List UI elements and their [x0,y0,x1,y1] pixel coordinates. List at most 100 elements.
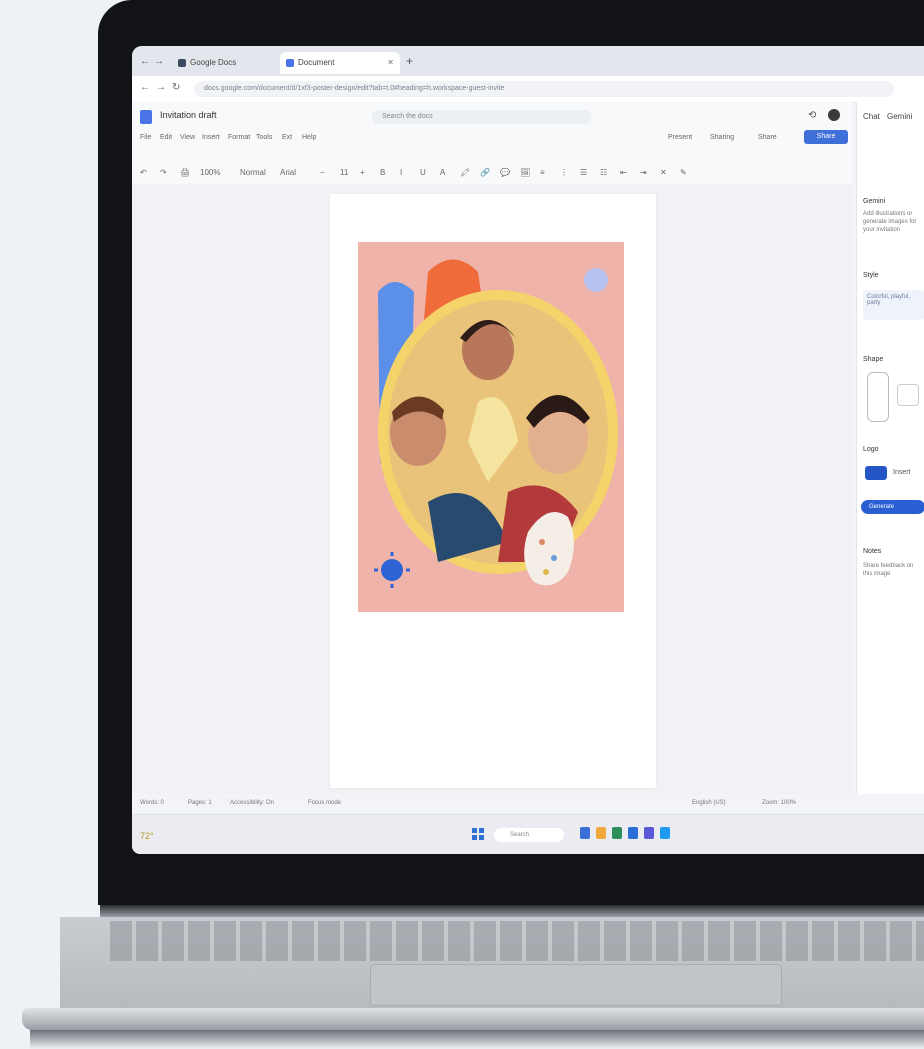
tab-label: Google Docs [190,58,237,67]
toolbar-item[interactable]: B [380,168,385,177]
sharing-button[interactable]: Sharing [710,134,734,141]
share-button[interactable]: Share [804,130,848,144]
menu-edit[interactable]: Edit [160,134,172,141]
taskbar-app-icon[interactable] [596,827,606,839]
laptop-shadow [30,1030,924,1049]
toolbar-item[interactable]: 💬 [500,168,510,177]
taskbar-app-icon[interactable] [612,827,622,839]
panel-section-text: Share feedback on this image [863,563,914,577]
os-taskbar: 72° Search [132,814,924,854]
lavender-circle-shape [584,268,608,292]
laptop-trackpad [370,964,782,1006]
reload-icon[interactable]: ↻ [172,82,180,93]
toolbar-item[interactable]: ✕ [660,168,667,177]
toolbar-item[interactable]: 100% [200,168,220,177]
toolbar-item[interactable]: 🖨 [180,168,190,177]
toolbar-item[interactable]: U [420,168,426,177]
gemini-side-panel: Chat Gemini Gemini Add illustrations or … [856,102,924,794]
taskbar-app-icon[interactable] [644,827,654,839]
windows-logo-icon [472,828,484,840]
status-zoom[interactable]: Zoom: 100% [762,800,796,806]
taskbar-app-icon[interactable] [628,827,638,839]
start-menu-icon[interactable] [472,827,484,840]
laptop-hinge [100,905,924,917]
blue-sun-shape [381,559,403,581]
status-language[interactable]: English (US) [692,800,726,806]
status-focus-mode[interactable]: Focus mode [308,800,341,806]
toolbar-item[interactable]: − [320,168,325,177]
sticker-dot [543,569,549,575]
toolbar-item[interactable]: ≡ [540,168,545,177]
toolbar-item[interactable]: ☷ [600,168,607,177]
laptop-screen: ← → Google Docs Document ✕ + ← → ↻ docs.… [132,46,924,854]
url-field[interactable]: docs.google.com/document/d/1xf3-poster-d… [194,81,894,97]
menu-extensions[interactable]: Ext [282,134,292,141]
panel-section-heading: Gemini [863,198,886,205]
toolbar-item[interactable]: ⇥ [640,168,647,177]
forward-button-icon[interactable]: → [156,82,166,93]
docs-search-input[interactable]: Search the docs [372,110,592,124]
toolbar-item[interactable]: 11 [340,168,348,177]
status-word-count: Words: 0 [140,800,164,806]
menu-insert[interactable]: Insert [202,134,220,141]
menu-tools[interactable]: Tools [256,134,272,141]
document-canvas [132,184,852,794]
toolbar-item[interactable]: Normal [240,168,266,177]
formatting-toolbar: ↶ ↷ 🖨 100% Normal Arial − 11 + B I U A 🖍 🔗 💬 🖼 ≡ ⋮ ☰ ☷ ⇤ ⇥ ✕ ✎ [132,162,852,184]
toolbar-item[interactable]: ☰ [580,168,587,177]
panel-toggle-label: Insert [893,469,911,476]
docs-favicon-icon [178,59,186,67]
tab-document[interactable]: Document ✕ [280,52,400,74]
poster-image[interactable] [358,242,624,612]
toolbar-item[interactable]: ⋮ [560,168,568,177]
menu-file[interactable]: File [140,134,151,141]
status-accessibility[interactable]: Accessibility: On [230,800,274,806]
toolbar-item[interactable]: ⇤ [620,168,627,177]
new-tab-button[interactable]: + [406,54,413,68]
present-button[interactable]: Present [668,134,692,141]
sticker-dot [539,539,545,545]
shape-option-square[interactable] [897,384,919,406]
back-button-icon[interactable]: ← [140,82,150,93]
document-page[interactable] [330,194,656,788]
toolbar-item[interactable]: A [440,168,445,177]
toolbar-item[interactable]: I [400,168,402,177]
toolbar-item[interactable]: 🖼 [520,168,530,177]
menu-format[interactable]: Format [228,134,250,141]
browser-address-bar: ← → ↻ docs.google.com/document/d/1xf3-po… [132,76,924,103]
close-icon[interactable]: ✕ [387,52,394,74]
toolbar-item[interactable]: ✎ [680,168,687,177]
panel-section-heading: Shape [863,356,884,363]
document-title[interactable]: Invitation draft [160,110,217,120]
menu-view[interactable]: View [180,134,195,141]
docs-logo-icon [140,110,152,124]
laptop-base-edge [22,1008,924,1030]
toolbar-item[interactable]: + [360,168,365,177]
panel-tab-chat[interactable]: Chat [863,112,880,121]
mode-button[interactable]: Share [758,134,777,141]
forward-icon[interactable]: → [154,56,164,67]
taskbar-app-icon[interactable] [660,827,670,839]
toolbar-item[interactable]: Arial [280,168,296,177]
avatar[interactable] [828,109,840,121]
toolbar-item[interactable]: ↶ [140,168,147,177]
logo-toggle[interactable] [865,466,887,480]
taskbar-app-icon[interactable] [580,827,590,839]
toolbar-item[interactable]: 🖍 [460,168,470,177]
weather-widget[interactable]: 72° [140,831,154,841]
taskbar-search-input[interactable]: Search [494,828,564,842]
menu-help[interactable]: Help [302,134,316,141]
docs-favicon-icon [286,59,294,67]
tab-google-docs[interactable]: Google Docs [172,52,272,74]
history-icon[interactable]: ⟲ [808,110,816,121]
back-icon[interactable]: ← [140,56,150,67]
toolbar-item[interactable]: 🔗 [480,168,490,177]
toolbar-item[interactable]: ↷ [160,168,167,177]
panel-tab-gemini[interactable]: Gemini [887,112,912,121]
browser-tab-bar: ← → Google Docs Document ✕ + [132,46,924,76]
tab-label: Document [298,58,335,67]
poster-illustration [358,242,624,612]
generate-button[interactable]: Generate [861,500,924,514]
style-chip[interactable]: Colorful, playful, party [863,290,924,320]
shape-option-oval[interactable] [867,372,889,422]
